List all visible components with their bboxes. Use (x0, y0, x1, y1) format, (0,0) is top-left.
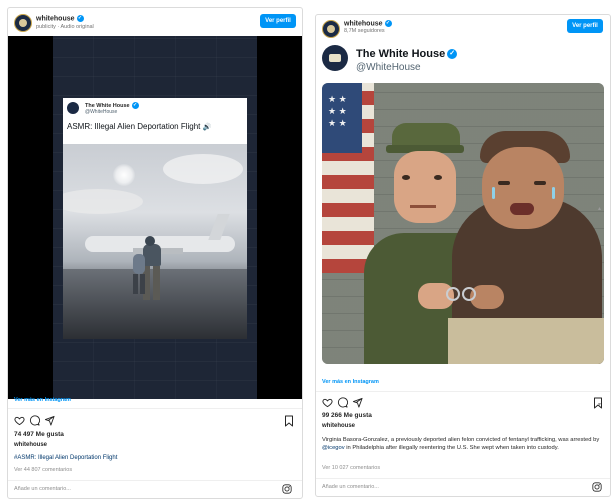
video-title: ASMR: Illegal Alien Deportation Flight 🔊 (67, 122, 212, 131)
share-icon[interactable] (352, 397, 363, 408)
caption-text: #ASMR: Illegal Alien Deportation Flight (14, 455, 118, 461)
divider (8, 408, 302, 409)
caption-text: Virginia Basora-Gonzalez, a previously d… (322, 437, 600, 451)
followers-count: 8,7M seguidores (344, 28, 385, 34)
post-image[interactable]: The White House ✓ @WhiteHouse ★ ★ ★ ★ ★ ★ (316, 41, 610, 386)
divider (316, 478, 610, 479)
view-comments-link[interactable]: Ver 10 027 comentarios (322, 465, 380, 471)
view-comments-link[interactable]: Ver 44 807 comentarios (14, 467, 72, 473)
post-header: whitehouse ✓ publicity · Audio original V… (8, 8, 302, 38)
likes-count[interactable]: 99 266 Me gusta (322, 412, 372, 419)
illustration: ★ ★ ★ ★ ★ ★ (322, 83, 604, 364)
tweet-name: The White House ✓ (356, 48, 458, 60)
video-photo (63, 144, 247, 339)
comment-icon[interactable] (29, 415, 40, 426)
tweet-avatar (322, 45, 348, 71)
speaker-icon: 🔊 (202, 124, 212, 131)
tweet-card: The White House ✓ @WhiteHouse ASMR: Illeg… (63, 98, 247, 144)
instagram-embed-left: whitehouse ✓ publicity · Audio original V… (7, 7, 303, 499)
audio-subtitle: publicity · Audio original (36, 24, 94, 30)
heart-icon[interactable] (322, 397, 333, 408)
instagram-icon[interactable] (282, 484, 292, 494)
verified-icon: ✓ (76, 15, 84, 22)
comment-icon[interactable] (337, 397, 348, 408)
tweet-name: The White House ✓ (85, 102, 139, 109)
bookmark-icon[interactable] (284, 415, 294, 427)
tweet-handle: @WhiteHouse (85, 109, 118, 115)
instagram-icon[interactable] (592, 482, 602, 492)
mention-link[interactable]: @icegov (322, 445, 345, 451)
avatar (67, 102, 79, 114)
username[interactable]: whitehouse ✓ (344, 20, 392, 27)
tweet-handle: @WhiteHouse (356, 62, 421, 73)
share-icon[interactable] (44, 415, 55, 426)
caption-username[interactable]: whitehouse (14, 442, 47, 448)
view-more-link[interactable]: Ver más en Instagram (322, 379, 379, 385)
avatar[interactable] (322, 20, 340, 38)
video-player[interactable]: The White House ✓ @WhiteHouse ASMR: Illeg… (8, 36, 302, 399)
view-profile-button[interactable]: Ver perfil (567, 19, 603, 33)
avatar[interactable] (14, 14, 32, 32)
add-comment-input[interactable]: Añade un comentario... (322, 484, 379, 490)
add-comment-input[interactable]: Añade un comentario... (14, 486, 71, 492)
view-profile-button[interactable]: Ver perfil (260, 14, 296, 28)
verified-icon: ✓ (384, 20, 392, 27)
video-frame: The White House ✓ @WhiteHouse ASMR: Illeg… (53, 36, 257, 399)
caption-username[interactable]: whitehouse (322, 423, 355, 429)
scroll-arrow-down[interactable]: ▾ (598, 401, 601, 408)
divider (316, 391, 610, 392)
scroll-arrow-up[interactable]: ▴ (598, 205, 601, 212)
verified-icon: ✓ (447, 49, 458, 60)
view-more-link[interactable]: Ver más en Instagram (14, 397, 71, 403)
instagram-embed-right: whitehouse ✓ 8,7M seguidores Ver perfil T… (315, 14, 611, 497)
heart-icon[interactable] (14, 415, 25, 426)
likes-count[interactable]: 74 497 Me gusta (14, 431, 64, 438)
verified-icon: ✓ (131, 102, 139, 109)
username[interactable]: whitehouse ✓ (36, 15, 84, 22)
divider (8, 480, 302, 481)
